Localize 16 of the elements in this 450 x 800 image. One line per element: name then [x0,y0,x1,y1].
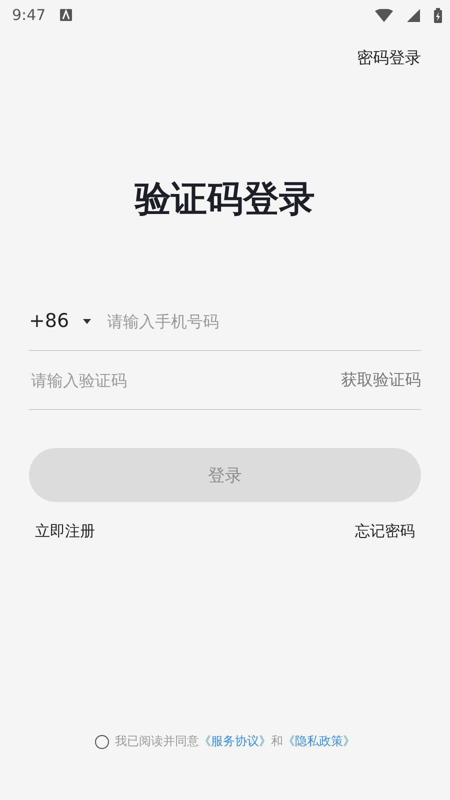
agreement-radio[interactable] [95,734,109,748]
get-code-button[interactable]: 获取验证码 [341,370,421,390]
password-login-link[interactable]: 密码登录 [357,48,421,69]
dropdown-icon[interactable] [83,318,92,324]
agreement-text: 我已阅读并同意《服务协议》和《隐私政策》 [115,733,355,750]
signal-icon [407,8,420,22]
wifi-icon [375,8,393,22]
battery-icon [434,8,442,22]
keyboard-icon [60,9,72,21]
phone-input[interactable]: 请输入手机号码 [105,310,421,332]
forgot-password-link[interactable]: 忘记密码 [355,522,415,541]
page-title: 验证码登录 [133,178,316,222]
code-input[interactable]: 请输入验证码 [29,370,327,390]
register-link[interactable]: 立即注册 [35,522,95,541]
country-code[interactable]: +86 [29,310,70,332]
status-time: 9:47 [12,6,46,24]
